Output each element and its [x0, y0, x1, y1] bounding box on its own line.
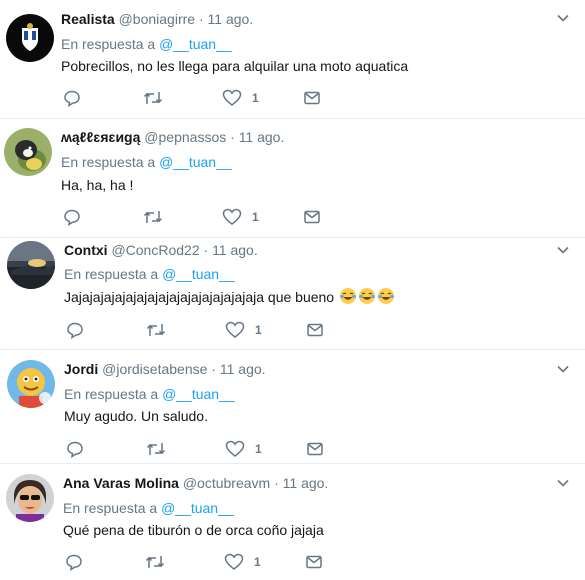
reply-icon [66, 554, 82, 571]
author-handle[interactable]: @ConcRod22 [111, 242, 199, 258]
direct-message-button[interactable] [306, 320, 324, 340]
chevron-down-icon[interactable] [555, 10, 571, 26]
author-handle[interactable]: @jordisetabense [102, 361, 207, 377]
separator-dot: · [230, 129, 235, 145]
timestamp[interactable]: 11 ago. [212, 242, 258, 258]
chevron-down-icon[interactable] [555, 361, 571, 377]
reply-prefix: En respuesta a [61, 154, 156, 170]
tweet-text: Jajajajajajajajajajajajajajajajajaja que… [64, 289, 335, 305]
face-with-tears-of-joy-icon [340, 288, 356, 304]
reply-prefix: En respuesta a [64, 386, 159, 402]
retweet-icon [143, 92, 163, 104]
reply-button[interactable] [63, 207, 81, 227]
reply-feed: Realista @boniagirre · 11 ago. En respue… [0, 0, 585, 580]
reply-mention-link[interactable]: @__tuan__ [159, 154, 232, 170]
heart-icon [225, 440, 245, 457]
envelope-icon [304, 210, 320, 224]
separator-dot: · [203, 242, 209, 258]
direct-message-button[interactable] [303, 207, 321, 227]
tweet[interactable]: Jordi @jordisetabense · 11 ago. En respu… [0, 350, 585, 464]
retweet-button[interactable] [143, 88, 163, 108]
heart-icon [222, 208, 242, 225]
timestamp[interactable]: 11 ago. [239, 129, 285, 145]
avatar[interactable] [4, 128, 52, 176]
envelope-icon [307, 323, 323, 337]
author-handle[interactable]: @octubreavm [183, 475, 270, 491]
tweet-text: Muy agudo. Un saludo. [64, 408, 208, 424]
reply-mention-link[interactable]: @__tuan__ [159, 36, 232, 52]
avatar[interactable] [7, 360, 55, 408]
avatar[interactable] [7, 241, 55, 289]
retweet-icon [146, 324, 166, 336]
tweet-text: Ha, ha, ha ! [61, 177, 134, 193]
separator-dot: · [198, 11, 204, 27]
reply-prefix: En respuesta a [63, 500, 158, 516]
tweet[interactable]: ʍąℓℓɛяɛиgą @pepnassos · 11 ago. En respu… [0, 119, 585, 238]
retweet-icon [146, 443, 166, 455]
face-with-tears-of-joy-icon [378, 288, 394, 304]
separator-dot: · [211, 361, 216, 377]
reply-button[interactable] [63, 88, 81, 108]
reply-mention-link[interactable]: @__tuan__ [162, 386, 235, 402]
reply-icon [67, 441, 83, 458]
author-name[interactable]: ʍąℓℓɛяɛиgą [61, 129, 140, 145]
reply-button[interactable] [66, 320, 84, 340]
reply-button[interactable] [65, 552, 83, 572]
like-count: 1 [252, 91, 259, 105]
like-button[interactable]: 1 [225, 320, 262, 340]
like-count: 1 [254, 555, 261, 569]
author-handle[interactable]: @pepnassos [144, 129, 226, 145]
like-count: 1 [255, 323, 262, 337]
reply-button[interactable] [66, 439, 84, 459]
like-button[interactable]: 1 [224, 552, 261, 572]
timestamp[interactable]: 11 ago. [283, 475, 329, 491]
separator-dot: · [274, 475, 279, 491]
envelope-icon [307, 442, 323, 456]
heart-icon [225, 321, 245, 338]
reply-prefix: En respuesta a [64, 266, 159, 282]
direct-message-button[interactable] [303, 88, 321, 108]
tweet[interactable]: Ana Varas Molina @octubreavm · 11 ago. E… [0, 464, 585, 580]
reply-icon [67, 322, 83, 339]
retweet-button[interactable] [145, 552, 165, 572]
like-button[interactable]: 1 [222, 88, 259, 108]
retweet-icon [143, 211, 163, 223]
timestamp[interactable]: 11 ago. [208, 11, 254, 27]
tweet-text: Qué pena de tiburón o de orca coño jajaj… [63, 522, 324, 538]
chevron-down-icon[interactable] [555, 475, 571, 491]
retweet-button[interactable] [143, 207, 163, 227]
face-with-tears-of-joy-icon [359, 288, 375, 304]
like-count: 1 [255, 442, 262, 456]
chevron-down-icon[interactable] [555, 242, 571, 258]
timestamp[interactable]: 11 ago. [220, 361, 266, 377]
author-name[interactable]: Jordi [64, 361, 98, 377]
tweet-text: Pobrecillos, no les llega para alquilar … [61, 58, 409, 74]
avatar[interactable] [6, 14, 54, 62]
like-button[interactable]: 1 [225, 439, 262, 459]
heart-icon [222, 89, 242, 106]
tweet[interactable]: Realista @boniagirre · 11 ago. En respue… [0, 0, 585, 119]
author-name[interactable]: Contxi [64, 242, 108, 258]
author-name[interactable]: Ana Varas Molina [63, 475, 179, 491]
retweet-button[interactable] [146, 439, 166, 459]
like-count: 1 [252, 210, 259, 224]
reply-icon [64, 90, 80, 107]
author-name[interactable]: Realista [61, 11, 115, 27]
reply-icon [64, 209, 80, 226]
avatar[interactable] [6, 474, 54, 522]
envelope-icon [306, 555, 322, 569]
heart-icon [224, 553, 244, 570]
retweet-button[interactable] [146, 320, 166, 340]
reply-mention-link[interactable]: @__tuan__ [162, 266, 235, 282]
like-button[interactable]: 1 [222, 207, 259, 227]
direct-message-button[interactable] [306, 439, 324, 459]
envelope-icon [304, 91, 320, 105]
retweet-icon [145, 556, 165, 568]
reply-mention-link[interactable]: @__tuan__ [161, 500, 234, 516]
tweet[interactable]: Contxi @ConcRod22 · 11 ago. En respuesta… [0, 238, 585, 350]
reply-prefix: En respuesta a [61, 36, 156, 52]
direct-message-button[interactable] [305, 552, 323, 572]
author-handle[interactable]: @boniagirre [119, 11, 195, 27]
